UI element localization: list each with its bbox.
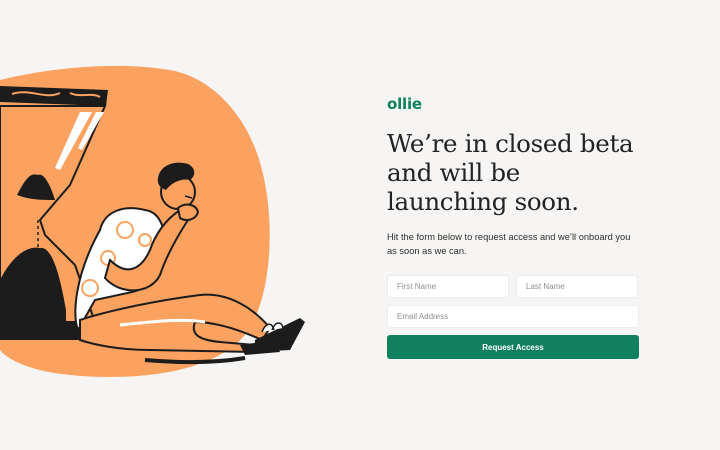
person-shoe-2 [240, 340, 280, 355]
request-access-button[interactable]: Request Access [387, 335, 639, 359]
request-access-form: Request Access [387, 275, 639, 359]
signup-panel: ollie We’re in closed beta and will be l… [387, 95, 642, 359]
page-headline: We’re in closed beta and will be launchi… [387, 129, 634, 216]
beta-signup-page: ollie We’re in closed beta and will be l… [0, 0, 720, 450]
waiting-person-illustration-svg [0, 65, 305, 378]
last-name-input[interactable] [516, 275, 638, 298]
hourglass-person-illustration [0, 60, 320, 390]
person-hand [176, 203, 200, 221]
page-subtext: Hit the form below to request access and… [387, 232, 631, 256]
first-name-input[interactable] [387, 275, 509, 298]
ollie-logo[interactable]: ollie [387, 95, 642, 113]
name-row [387, 275, 639, 298]
email-input[interactable] [387, 305, 639, 328]
email-row [387, 305, 639, 328]
